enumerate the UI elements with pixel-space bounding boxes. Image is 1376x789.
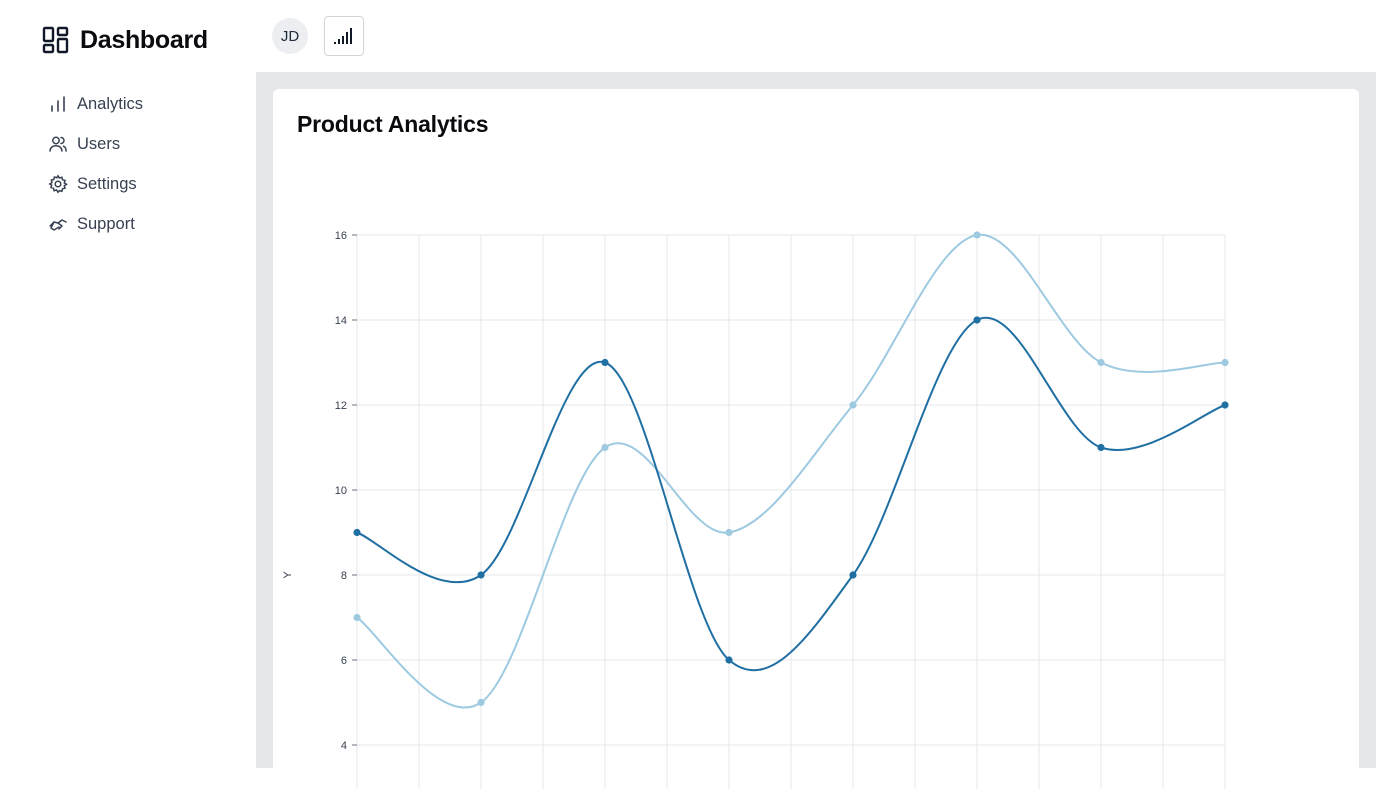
analytics-card: Product Analytics 4 6 8 10 12 14 16 Y xyxy=(273,89,1359,789)
y-tick-label: 10 xyxy=(335,485,347,497)
sidebar-item-label: Support xyxy=(77,214,135,233)
data-point xyxy=(725,528,733,537)
signal-button[interactable] xyxy=(324,16,364,56)
sidebar-item-label: Settings xyxy=(77,174,137,193)
sidebar: Dashboard Analytics Users Settings Suppo… xyxy=(0,0,256,768)
data-point xyxy=(353,528,361,537)
y-tick-label: 4 xyxy=(341,740,347,752)
sidebar-item-analytics[interactable]: Analytics xyxy=(48,84,143,124)
sidebar-item-users[interactable]: Users xyxy=(48,124,143,164)
data-point xyxy=(973,231,981,239)
sidebar-item-support[interactable]: Support xyxy=(48,204,143,244)
users-icon xyxy=(48,134,68,154)
data-point xyxy=(1221,358,1229,367)
main-content: Product Analytics 4 6 8 10 12 14 16 Y xyxy=(256,72,1376,789)
data-point xyxy=(353,613,361,622)
data-point xyxy=(601,443,609,452)
data-point xyxy=(725,656,733,664)
data-point xyxy=(1097,443,1105,452)
y-tick-label: 8 xyxy=(341,570,347,582)
data-point xyxy=(1097,358,1105,367)
topbar: JD xyxy=(256,0,1376,72)
brand-title: Dashboard xyxy=(80,25,208,54)
sidebar-item-settings[interactable]: Settings xyxy=(48,164,143,204)
line-chart: 4 6 8 10 12 14 16 Y xyxy=(282,230,1229,789)
y-tick-label: 16 xyxy=(335,230,347,242)
y-tick-label: 14 xyxy=(335,315,347,327)
sidebar-nav: Analytics Users Settings Support xyxy=(48,84,143,244)
y-tick-label: 12 xyxy=(335,400,347,412)
avatar[interactable]: JD xyxy=(272,18,308,54)
sidebar-item-label: Users xyxy=(77,134,121,153)
gear-icon xyxy=(48,174,68,194)
y-axis-label: Y xyxy=(282,571,294,579)
brand[interactable]: Dashboard xyxy=(42,24,208,56)
sidebar-item-label: Analytics xyxy=(77,94,144,113)
data-point xyxy=(601,358,609,367)
dashboard-grid-icon xyxy=(42,26,70,54)
data-point xyxy=(477,698,485,707)
data-point xyxy=(849,401,857,409)
y-tick-label: 6 xyxy=(341,655,347,667)
handshake-icon xyxy=(48,214,68,234)
data-point xyxy=(477,571,485,579)
data-point xyxy=(973,316,981,324)
data-point xyxy=(1221,401,1229,409)
data-point xyxy=(849,571,857,579)
bar-chart-icon xyxy=(48,94,68,114)
signal-bars-icon xyxy=(333,27,355,45)
